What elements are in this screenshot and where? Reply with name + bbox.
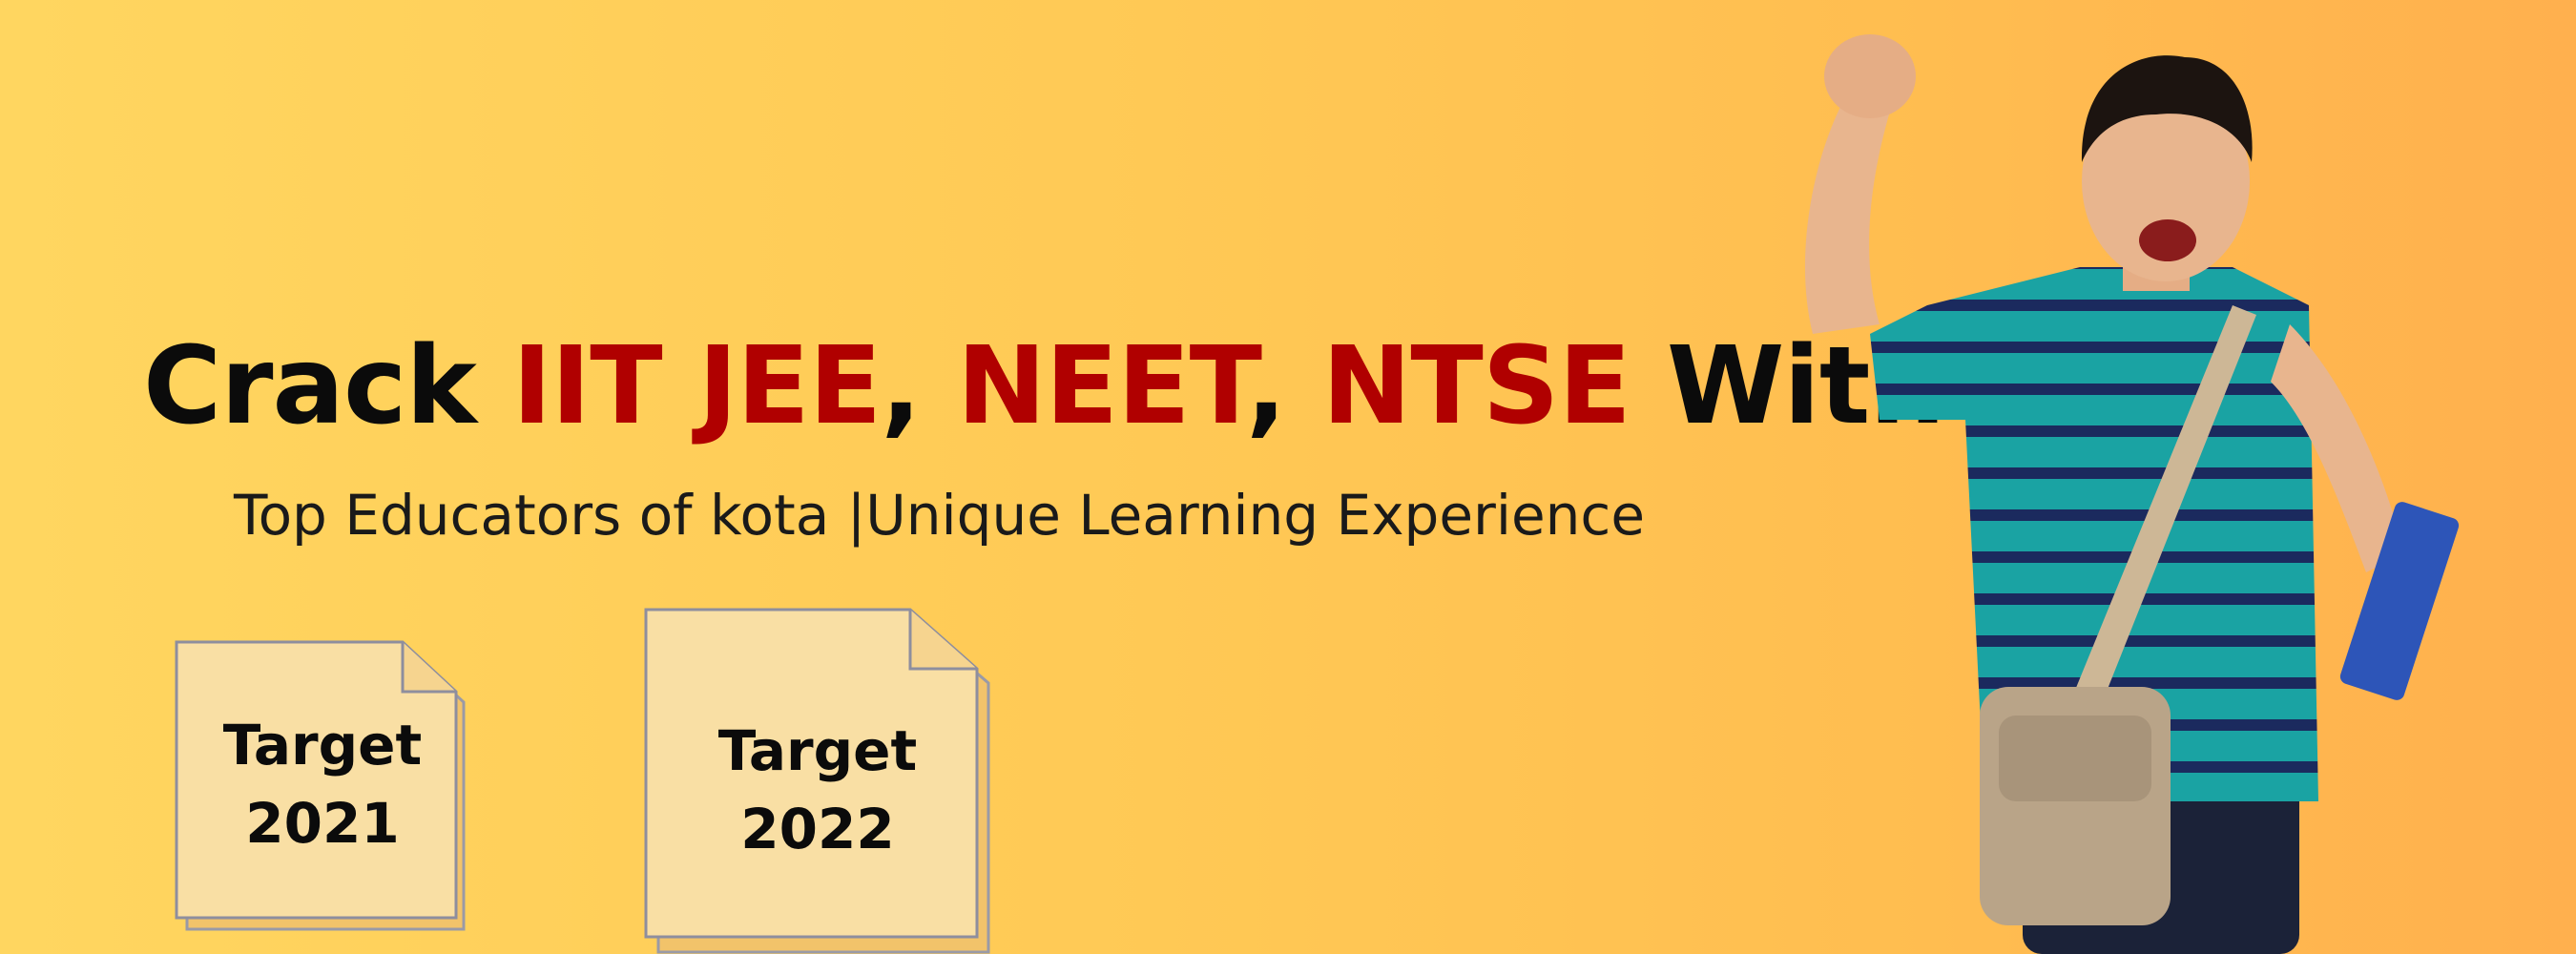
note-text: Target 2021 <box>174 706 471 862</box>
headline: Crack IIT JEE, NEET, NTSE With <box>143 315 1945 458</box>
note-label: Target <box>717 718 918 783</box>
note-text: Target 2022 <box>643 712 992 868</box>
target-2021-note: Target 2021 <box>174 639 471 933</box>
headline-exam-neet: NEET <box>956 324 1247 448</box>
headline-exam-ntse: NTSE <box>1321 324 1631 448</box>
headline-exam-iit-jee: IIT JEE <box>511 324 882 448</box>
cheering-student-image <box>1804 34 2460 954</box>
headline-separator: , <box>881 324 957 448</box>
note-year: 2022 <box>740 797 895 861</box>
tagline: Top Educators of kota |Unique Learning E… <box>234 483 1645 548</box>
hero-banner: Crack IIT JEE, NEET, NTSE With Top Educa… <box>0 0 2576 954</box>
note-year: 2021 <box>245 791 400 856</box>
target-2022-note: Target 2022 <box>643 607 992 954</box>
headline-prefix: Crack <box>143 324 512 448</box>
note-label: Target <box>222 713 423 778</box>
headline-separator: , <box>1246 324 1322 448</box>
